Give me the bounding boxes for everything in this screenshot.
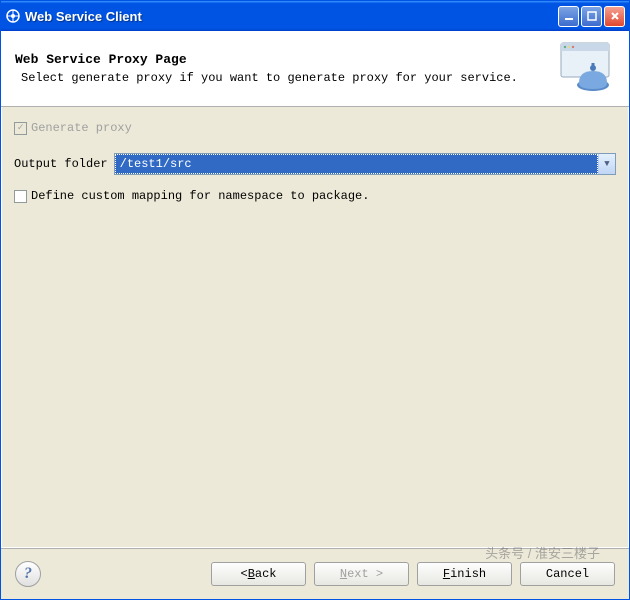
page-title: Web Service Proxy Page	[15, 52, 545, 67]
generate-proxy-checkbox	[14, 122, 27, 135]
help-button[interactable]: ?	[15, 561, 41, 587]
chevron-down-icon: ▼	[604, 159, 609, 169]
dropdown-button[interactable]: ▼	[598, 154, 615, 174]
define-mapping-row: Define custom mapping for namespace to p…	[14, 189, 616, 203]
next-button: Next >	[314, 562, 409, 586]
wizard-content: Generate proxy Output folder /test1/src …	[1, 107, 629, 548]
dialog-window: Web Service Client Web Service Proxy Pag…	[0, 0, 630, 600]
wizard-banner-icon	[555, 41, 615, 96]
titlebar[interactable]: Web Service Client	[1, 1, 629, 31]
define-mapping-checkbox[interactable]	[14, 190, 27, 203]
header-text: Web Service Proxy Page Select generate p…	[15, 52, 545, 85]
generate-proxy-label: Generate proxy	[31, 121, 132, 135]
define-mapping-label: Define custom mapping for namespace to p…	[31, 189, 369, 203]
close-button[interactable]	[604, 6, 625, 27]
page-description: Select generate proxy if you want to gen…	[15, 71, 545, 85]
cancel-button[interactable]: Cancel	[520, 562, 615, 586]
minimize-button[interactable]	[558, 6, 579, 27]
button-bar: ? < Back Next > Finish Cancel	[1, 548, 629, 599]
maximize-button[interactable]	[581, 6, 602, 27]
window-title: Web Service Client	[25, 9, 558, 24]
finish-button[interactable]: Finish	[417, 562, 512, 586]
output-folder-label: Output folder	[14, 157, 108, 171]
output-folder-input[interactable]: /test1/src	[115, 154, 598, 174]
back-button[interactable]: < Back	[211, 562, 306, 586]
wizard-header: Web Service Proxy Page Select generate p…	[1, 31, 629, 107]
window-controls	[558, 6, 625, 27]
app-icon	[5, 8, 21, 24]
output-folder-row: Output folder /test1/src ▼	[14, 153, 616, 175]
output-folder-combo[interactable]: /test1/src ▼	[114, 153, 616, 175]
generate-proxy-row: Generate proxy	[14, 121, 616, 135]
help-icon: ?	[24, 565, 32, 583]
